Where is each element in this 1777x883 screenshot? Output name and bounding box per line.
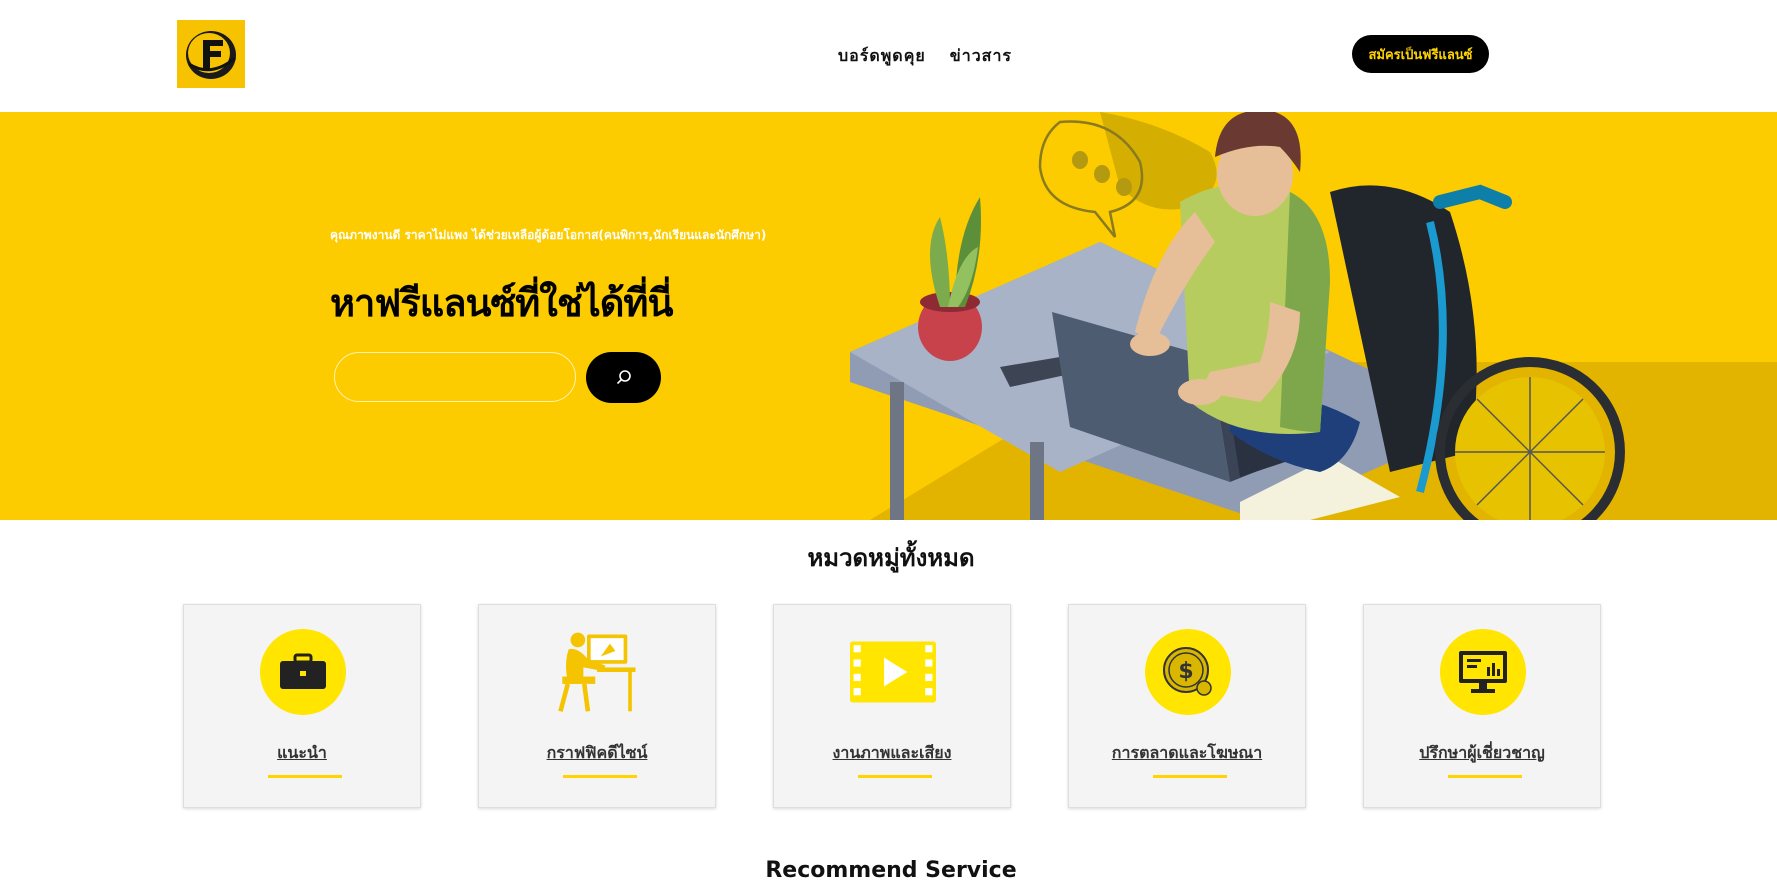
money-icon: $	[1145, 629, 1231, 715]
briefcase-icon	[260, 629, 346, 715]
category-card-graphic-design[interactable]: กราฟฟิคดีไซน์	[478, 604, 716, 808]
monitor-chart-icon	[1440, 629, 1526, 715]
category-underline	[1153, 775, 1227, 778]
category-card-video-audio[interactable]: งานภาพและเสียง	[773, 604, 1011, 808]
logo-icon	[186, 31, 236, 79]
signup-freelancer-button[interactable]: สมัครเป็นฟรีแลนซ์	[1352, 35, 1489, 73]
designer-icon	[555, 629, 641, 715]
category-label: การตลาดและโฆษณา	[1111, 743, 1263, 762]
category-underline	[563, 775, 637, 778]
hero-banner: คุณภาพงานดี ราคาไม่แพง ได้ช่วยเหลือผู้ด้…	[0, 112, 1777, 520]
search-input[interactable]	[334, 352, 576, 402]
svg-text:$: $	[1178, 659, 1193, 684]
site-header: บอร์ดพูดคุย ข่าวสาร สมัครเป็นฟรีแลนซ์	[0, 0, 1777, 112]
category-label: กราฟฟิคดีไซน์	[546, 743, 648, 762]
search-icon	[616, 369, 631, 384]
search-button[interactable]	[586, 352, 661, 403]
category-underline	[268, 775, 342, 778]
nav-link-forum[interactable]: บอร์ดพูดคุย	[838, 44, 926, 69]
category-label: แนะนำ	[277, 743, 327, 762]
category-card-marketing[interactable]: $ การตลาดและโฆษณา	[1068, 604, 1306, 808]
categories-title: หมวดหมู่ทั้งหมด	[807, 544, 975, 572]
category-card-consulting[interactable]: ปรึกษาผู้เชี่ยวชาญ	[1363, 604, 1601, 808]
category-underline	[858, 775, 932, 778]
hero-tagline: คุณภาพงานดี ราคาไม่แพง ได้ช่วยเหลือผู้ด้…	[330, 228, 767, 242]
recommend-service-title: Recommend Service	[765, 858, 1017, 883]
category-underline	[1448, 775, 1522, 778]
category-label: ปรึกษาผู้เชี่ยวชาญ	[1419, 743, 1545, 762]
nav-link-news[interactable]: ข่าวสาร	[950, 44, 1012, 69]
hero-title: หาฟรีแลนซ์ที่ใช่ได้ที่นี่	[330, 281, 673, 325]
hero-illustration	[850, 112, 1777, 520]
site-logo[interactable]	[177, 20, 245, 88]
category-card-recommended[interactable]: แนะนำ	[183, 604, 421, 808]
category-label: งานภาพและเสียง	[832, 743, 952, 762]
main-nav: บอร์ดพูดคุย ข่าวสาร	[838, 44, 1012, 69]
video-icon	[850, 629, 936, 715]
